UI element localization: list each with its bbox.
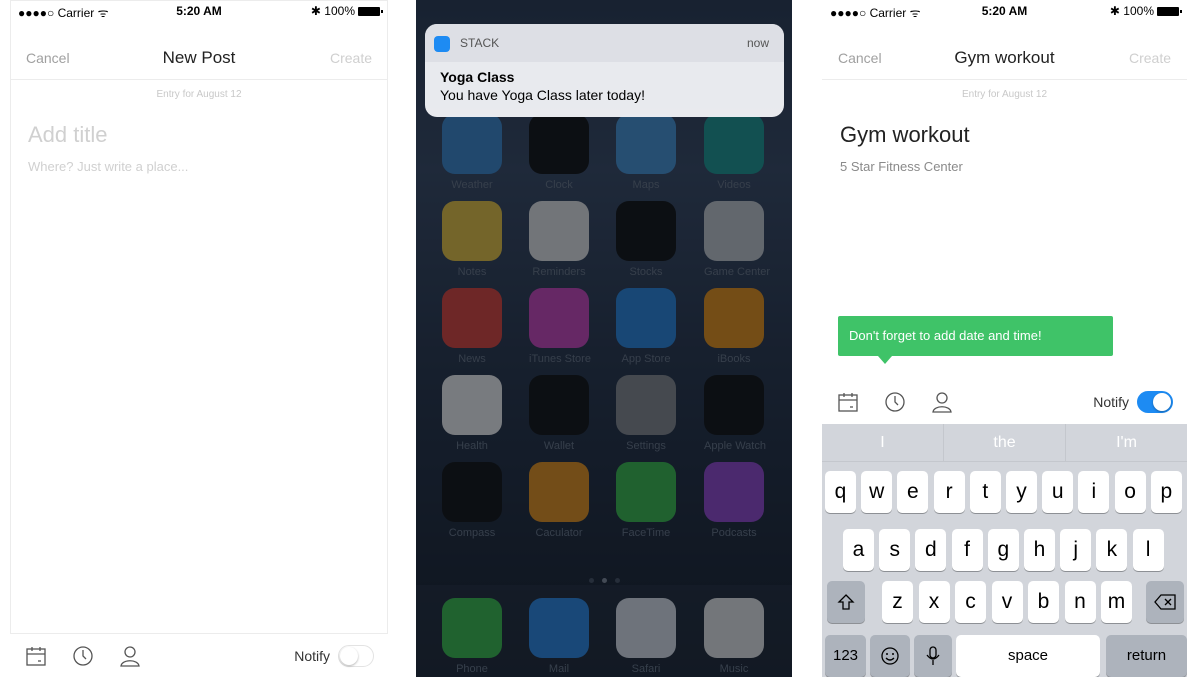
notification-header: STACK now [425, 24, 784, 62]
entry-date-label: Entry for August 12 [961, 89, 1048, 100]
key-a[interactable]: a [843, 529, 874, 571]
battery-label: ✱ 100% [310, 4, 355, 18]
suggestion-bar: I the I'm [822, 424, 1187, 462]
calendar-icon[interactable] [836, 390, 860, 414]
notification-time: now [746, 36, 769, 50]
notify-toggle[interactable] [1137, 391, 1173, 413]
keyboard: I the I'm qwertyuiop asdfghjkl zxcvbnm 1… [822, 424, 1187, 677]
entry-date-label: Entry for August 12 [156, 89, 242, 100]
numbers-key[interactable]: 123 [825, 635, 866, 677]
gym-workout-screen: ●●●●○ Carrier ᯤ 5:20 AM ✱ 100% Cancel Gy… [822, 0, 1187, 677]
key-d[interactable]: d [915, 529, 947, 571]
key-e[interactable]: e [897, 471, 929, 513]
battery-label: ✱ 100% [1109, 4, 1154, 18]
suggestion-item[interactable]: I'm [1065, 424, 1187, 461]
create-button[interactable]: Create [1129, 50, 1171, 66]
key-p[interactable]: p [1150, 471, 1182, 513]
clock-icon[interactable] [883, 390, 907, 414]
key-h[interactable]: h [1024, 529, 1055, 571]
key-l[interactable]: l [1132, 529, 1164, 571]
calendar-icon[interactable] [24, 644, 48, 668]
battery-icon [358, 6, 383, 16]
status-bar: ●●●●○ Carrier ᯤ 5:20 AM ✱ 100% [822, 0, 1187, 22]
key-j[interactable]: j [1060, 529, 1092, 571]
home-screen: WeatherClockMapsVideosNotesRemindersStoc… [416, 0, 792, 677]
key-r[interactable]: r [933, 471, 965, 513]
notify-label: Notify [1093, 394, 1129, 410]
status-bar: ●●●●○ Carrier ᯤ 5:20 AM ✱ 100% [10, 0, 388, 22]
notify-toggle[interactable] [338, 644, 374, 667]
key-y[interactable]: y [1006, 471, 1037, 513]
nav-bar: Cancel Gym workout Create [822, 22, 1187, 80]
battery-indicator: ✱ 100% [310, 4, 383, 18]
notification-body: You have Yoga Class later today! [440, 87, 645, 103]
post-toolbar: Notify [822, 380, 1187, 424]
return-key[interactable]: return [1106, 635, 1187, 677]
reminder-tooltip: Don't forget to add date and time! [838, 316, 1113, 364]
key-w[interactable]: w [861, 471, 893, 513]
key-row-1: qwertyuiop [822, 471, 1187, 513]
key-k[interactable]: k [1096, 529, 1128, 571]
key-v[interactable]: v [991, 581, 1023, 623]
key-f[interactable]: f [951, 529, 983, 571]
key-t[interactable]: t [969, 471, 1001, 513]
post-toolbar: Notify [10, 633, 388, 677]
title-input[interactable]: Gym workout [840, 122, 1187, 148]
key-c[interactable]: c [955, 581, 986, 623]
suggestion-item[interactable]: I [822, 424, 943, 461]
place-input[interactable]: 5 Star Fitness Center [840, 159, 1187, 174]
notification-banner[interactable]: STACK now Yoga Class You have Yoga Class… [425, 24, 784, 117]
nav-bar: Cancel New Post Create [10, 22, 388, 80]
key-m[interactable]: m [1101, 581, 1132, 623]
dictation-key[interactable] [914, 635, 952, 677]
key-row-2: asdfghjkl [822, 529, 1187, 571]
new-post-screen: ●●●●○ Carrier ᯤ 5:20 AM ✱ 100% Cancel Ne… [10, 0, 388, 677]
key-z[interactable]: z [882, 581, 913, 623]
person-icon[interactable] [118, 644, 142, 668]
title-input[interactable]: Add title [28, 122, 388, 148]
emoji-key[interactable] [870, 635, 910, 677]
place-input[interactable]: Where? Just write a place... [28, 159, 388, 174]
key-x[interactable]: x [918, 581, 950, 623]
battery-indicator: ✱ 100% [1109, 4, 1182, 18]
key-b[interactable]: b [1028, 581, 1059, 623]
stack-app-icon [434, 36, 450, 52]
suggestion-item[interactable]: the [943, 424, 1065, 461]
key-s[interactable]: s [879, 529, 911, 571]
notify-label: Notify [294, 647, 330, 664]
key-row-3: zxcvbnm [822, 581, 1187, 623]
key-g[interactable]: g [987, 529, 1019, 571]
key-o[interactable]: o [1114, 471, 1146, 513]
shift-key[interactable] [827, 581, 865, 623]
notification-app-name: STACK [460, 36, 500, 50]
key-q[interactable]: q [825, 471, 856, 513]
key-i[interactable]: i [1078, 471, 1110, 513]
key-u[interactable]: u [1042, 471, 1074, 513]
person-icon[interactable] [930, 390, 954, 414]
clock-icon[interactable] [71, 644, 95, 668]
create-button[interactable]: Create [330, 50, 372, 66]
delete-key[interactable] [1146, 581, 1184, 623]
notification-title: Yoga Class [440, 69, 515, 85]
toggle-knob [340, 646, 358, 665]
space-key[interactable]: space [956, 635, 1100, 677]
key-n[interactable]: n [1064, 581, 1096, 623]
key-row-4: 123 space return [822, 635, 1187, 677]
toggle-knob [1153, 393, 1171, 411]
battery-icon [1157, 6, 1182, 16]
